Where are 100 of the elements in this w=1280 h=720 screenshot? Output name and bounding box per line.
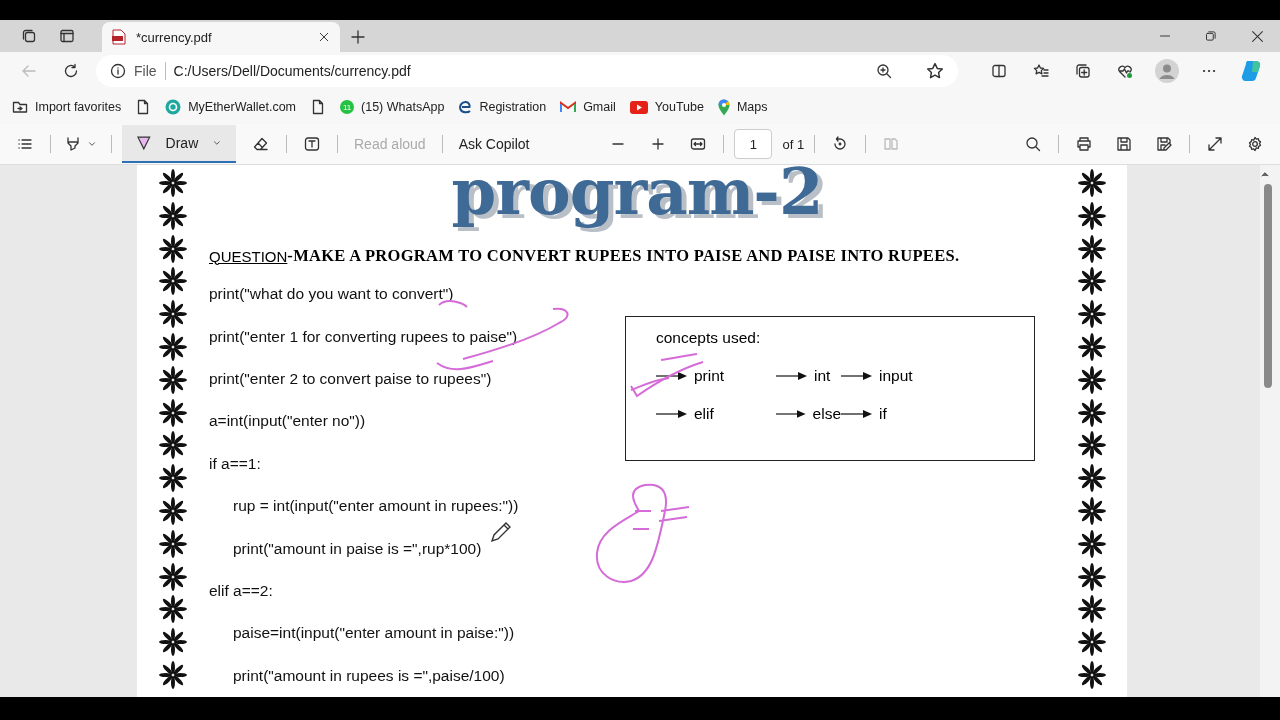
- flower-ornament-icon: [159, 529, 187, 558]
- flower-ornament-icon: [1078, 267, 1106, 296]
- browser-tab[interactable]: *currency.pdf: [102, 22, 340, 52]
- star-icon[interactable]: [926, 62, 944, 80]
- bookmark-link[interactable]: Registration: [458, 99, 547, 115]
- code-line: rup = int(input("enter amount in rupees:")): [233, 496, 519, 517]
- printer-icon[interactable]: [1076, 136, 1092, 152]
- fit-width-icon[interactable]: [690, 136, 707, 152]
- code-line: print("enter 2 to convert paise to rupees"): [209, 369, 492, 390]
- url-text: C:/Users/Dell/Documents/currency.pdf: [173, 63, 411, 79]
- flower-ornament-icon: [1078, 529, 1106, 558]
- flower-ornament-icon: [1078, 496, 1106, 525]
- heartbeat-icon[interactable]: [1117, 63, 1133, 79]
- concepts-title: concepts used:: [656, 329, 762, 348]
- code-line: print("enter 1 for converting rupees to paise"): [209, 326, 518, 347]
- arrow-icon: [776, 371, 808, 382]
- copilot-logo-icon: [1239, 59, 1263, 83]
- arrow-icon: [841, 371, 873, 382]
- concept-label: else: [812, 405, 841, 424]
- bookmark-link[interactable]: Gmail: [560, 100, 616, 114]
- refresh-icon[interactable]: [63, 63, 79, 79]
- concept-label: elif: [694, 405, 714, 424]
- concept-label: int: [814, 367, 831, 386]
- flower-ornament-icon: [1078, 398, 1106, 427]
- flower-ornament-icon: [1078, 201, 1106, 230]
- tab-title: *currency.pdf: [136, 29, 213, 45]
- notification-badge: 11: [340, 100, 355, 114]
- concept-label: print: [694, 367, 725, 386]
- folder-icon[interactable]: [12, 99, 28, 115]
- flower-ornament-icon: [159, 562, 187, 591]
- flower-ornament-icon: [1078, 660, 1106, 689]
- question-text: -MAKE A PROGRAM TO CONVERT RUPEES INTO PAISE AND PAISE INTO RUPEES.: [287, 246, 960, 267]
- settings-icon[interactable]: [1247, 136, 1263, 152]
- list-icon[interactable]: [17, 136, 33, 152]
- caret-icon[interactable]: [212, 138, 222, 148]
- flower-ornament-icon: [159, 267, 187, 296]
- flower-ornament-icon: [159, 660, 187, 689]
- split-screen-icon[interactable]: [991, 63, 1007, 79]
- star-list-icon[interactable]: [1033, 63, 1049, 79]
- window-icon[interactable]: [59, 28, 75, 44]
- flower-ornament-icon: [159, 234, 187, 263]
- caret-up-icon[interactable]: [1260, 169, 1270, 179]
- rotate-icon[interactable]: [832, 136, 849, 152]
- collections-icon[interactable]: [1075, 63, 1091, 79]
- code-line: print("amount in paise is =",rup*100): [233, 538, 482, 559]
- flower-ornament-icon: [159, 365, 187, 394]
- arrow-icon: [656, 409, 688, 420]
- code-line: print("amount in rupees is =",paise/100): [233, 665, 505, 686]
- page-total: of 1: [782, 136, 805, 152]
- bookmark-link[interactable]: Maps: [717, 98, 768, 116]
- address-field[interactable]: File C:/Users/Dell/Documents/currency.pdf: [96, 55, 958, 87]
- scrollbar-thumb[interactable]: [1264, 184, 1272, 388]
- flower-ornament-icon: [1078, 431, 1106, 460]
- flower-ornament-icon: [1078, 300, 1106, 329]
- plus-icon[interactable]: [350, 29, 366, 45]
- text-box-icon[interactable]: [304, 136, 320, 152]
- workspaces-icon[interactable]: [21, 28, 37, 44]
- bookmark-link[interactable]: 11 (15) WhatsApp: [340, 100, 445, 114]
- highlighter-icon[interactable]: [65, 136, 81, 152]
- flower-ornament-icon: [159, 333, 187, 361]
- flower-ornament-icon: [159, 169, 187, 197]
- scrollbar[interactable]: [1260, 165, 1280, 697]
- expand-icon[interactable]: [1207, 136, 1223, 152]
- question-label: QUESTION: [209, 247, 288, 265]
- url-scheme: File: [134, 63, 157, 79]
- flower-ornament-icon: [1078, 562, 1106, 591]
- bookmark-link[interactable]: MyEtherWallet.com: [165, 99, 297, 115]
- play-logo-icon: [629, 100, 648, 114]
- zoom-in-icon[interactable]: [876, 63, 892, 79]
- close-icon[interactable]: [1250, 29, 1264, 43]
- flower-ornament-icon: [1078, 464, 1106, 493]
- flower-ornament-icon: [159, 201, 187, 230]
- flower-ornament-icon: [159, 595, 187, 624]
- mail-logo-icon: [560, 101, 577, 113]
- flower-ornament-icon: [1078, 333, 1106, 361]
- caret-icon[interactable]: [87, 139, 97, 149]
- flower-ornament-icon: [1078, 595, 1106, 624]
- concept-label: if: [879, 405, 887, 424]
- flower-ornament-icon: [159, 431, 187, 460]
- pdf-file-icon: [112, 29, 126, 45]
- restore-icon[interactable]: [1205, 30, 1217, 42]
- concept-label: input: [879, 367, 913, 386]
- search-icon[interactable]: [1025, 136, 1041, 152]
- map-pin-icon: [717, 98, 730, 116]
- bookmark-link[interactable]: Import favorites: [12, 99, 122, 115]
- floppy-pencil-icon[interactable]: [1156, 136, 1172, 152]
- code-line: a=int(input("enter no")): [209, 411, 366, 432]
- arrow-icon: [776, 409, 807, 420]
- flower-ornament-icon: [159, 398, 187, 427]
- draw-button[interactable]: Draw: [122, 125, 236, 163]
- ask-copilot-button[interactable]: Ask Copilot: [452, 136, 536, 152]
- flower-ornament-icon: [1078, 365, 1106, 394]
- close-icon[interactable]: [318, 31, 330, 43]
- eraser-icon[interactable]: [253, 136, 269, 152]
- flower-ornament-icon: [159, 464, 187, 493]
- bookmark-link[interactable]: YouTube: [629, 100, 704, 114]
- flower-ornament-icon: [159, 496, 187, 525]
- flower-ornament-icon: [1078, 234, 1106, 263]
- page-number-field[interactable]: 1: [734, 129, 773, 159]
- pen-cursor-icon: [490, 521, 512, 543]
